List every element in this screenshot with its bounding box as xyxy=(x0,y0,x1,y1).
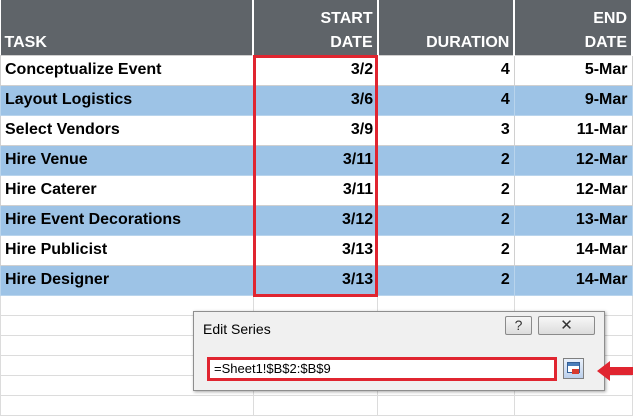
header-start-date[interactable]: START DATE xyxy=(253,0,379,55)
cell-task[interactable]: Conceptualize Event xyxy=(0,54,254,86)
help-button[interactable]: ? xyxy=(505,316,532,335)
cell-start-date[interactable]: 3/11 xyxy=(252,174,379,206)
cell-task[interactable]: Hire Publicist xyxy=(0,234,254,266)
header-row: TASK START DATE DURATION END DATE xyxy=(0,0,633,55)
cell-task[interactable]: Hire Designer xyxy=(0,264,254,296)
cell-duration[interactable]: 2 xyxy=(377,204,515,236)
cell-duration[interactable]: 2 xyxy=(377,264,515,296)
cell-duration[interactable]: 2 xyxy=(377,144,515,176)
close-button[interactable]: ✕ xyxy=(538,316,595,335)
expand-dialog-button[interactable] xyxy=(563,358,584,379)
dialog-title: Edit Series xyxy=(203,321,271,337)
header-end-date[interactable]: END DATE xyxy=(514,0,633,55)
cell-end-date[interactable]: 14-Mar xyxy=(513,234,633,266)
cell-end-date[interactable]: 12-Mar xyxy=(513,174,633,206)
series-values-input[interactable]: =Sheet1!$B$2:$B$9 xyxy=(207,357,557,381)
cell-start-date[interactable]: 3/12 xyxy=(252,204,379,236)
cell-start-date[interactable]: 3/13 xyxy=(252,234,379,266)
cell-end-date[interactable]: 11-Mar xyxy=(513,114,633,146)
cell-start-date[interactable]: 3/6 xyxy=(252,84,379,116)
table-row: Conceptualize Event 3/2 4 5-Mar xyxy=(0,54,633,86)
cell-end-date[interactable]: 13-Mar xyxy=(513,204,633,236)
header-duration[interactable]: DURATION xyxy=(377,0,516,55)
red-arrow-icon xyxy=(597,361,633,381)
empty-cell[interactable] xyxy=(513,394,633,416)
cell-start-date[interactable]: 3/13 xyxy=(252,264,379,296)
empty-cell[interactable] xyxy=(252,394,379,416)
cell-end-date[interactable]: 9-Mar xyxy=(513,84,633,116)
cell-start-date[interactable]: 3/2 xyxy=(252,54,379,86)
table-row: Hire Publicist 3/13 2 14-Mar xyxy=(0,234,633,266)
cell-task[interactable]: Layout Logistics xyxy=(0,84,254,116)
table-row: Hire Caterer 3/11 2 12-Mar xyxy=(0,174,633,206)
edit-series-dialog: Edit Series ? ✕ =Sheet1!$B$2:$B$9 xyxy=(193,311,605,391)
cell-task[interactable]: Hire Venue xyxy=(0,144,254,176)
cell-duration[interactable]: 2 xyxy=(377,174,515,206)
cell-start-date[interactable]: 3/11 xyxy=(252,144,379,176)
cell-duration[interactable]: 3 xyxy=(377,114,515,146)
empty-cell[interactable] xyxy=(0,394,254,416)
cell-task[interactable]: Hire Event Decorations xyxy=(0,204,254,236)
cell-end-date[interactable]: 14-Mar xyxy=(513,264,633,296)
cell-start-date[interactable]: 3/9 xyxy=(252,114,379,146)
cell-task[interactable]: Select Vendors xyxy=(0,114,254,146)
empty-cell[interactable] xyxy=(377,394,515,416)
table-row: Hire Venue 3/11 2 12-Mar xyxy=(0,144,633,176)
empty-row xyxy=(0,394,633,416)
cell-duration[interactable]: 4 xyxy=(377,84,515,116)
table-row: Hire Designer 3/13 2 14-Mar xyxy=(0,264,633,296)
cell-end-date[interactable]: 12-Mar xyxy=(513,144,633,176)
cell-end-date[interactable]: 5-Mar xyxy=(513,54,633,86)
cell-duration[interactable]: 4 xyxy=(377,54,515,86)
table-row: Select Vendors 3/9 3 11-Mar xyxy=(0,114,633,146)
table-row: Hire Event Decorations 3/12 2 13-Mar xyxy=(0,204,633,236)
table-row: Layout Logistics 3/6 4 9-Mar xyxy=(0,84,633,116)
header-task[interactable]: TASK xyxy=(0,0,255,55)
cell-duration[interactable]: 2 xyxy=(377,234,515,266)
range-selector-arrow-icon xyxy=(572,369,579,374)
cell-task[interactable]: Hire Caterer xyxy=(0,174,254,206)
